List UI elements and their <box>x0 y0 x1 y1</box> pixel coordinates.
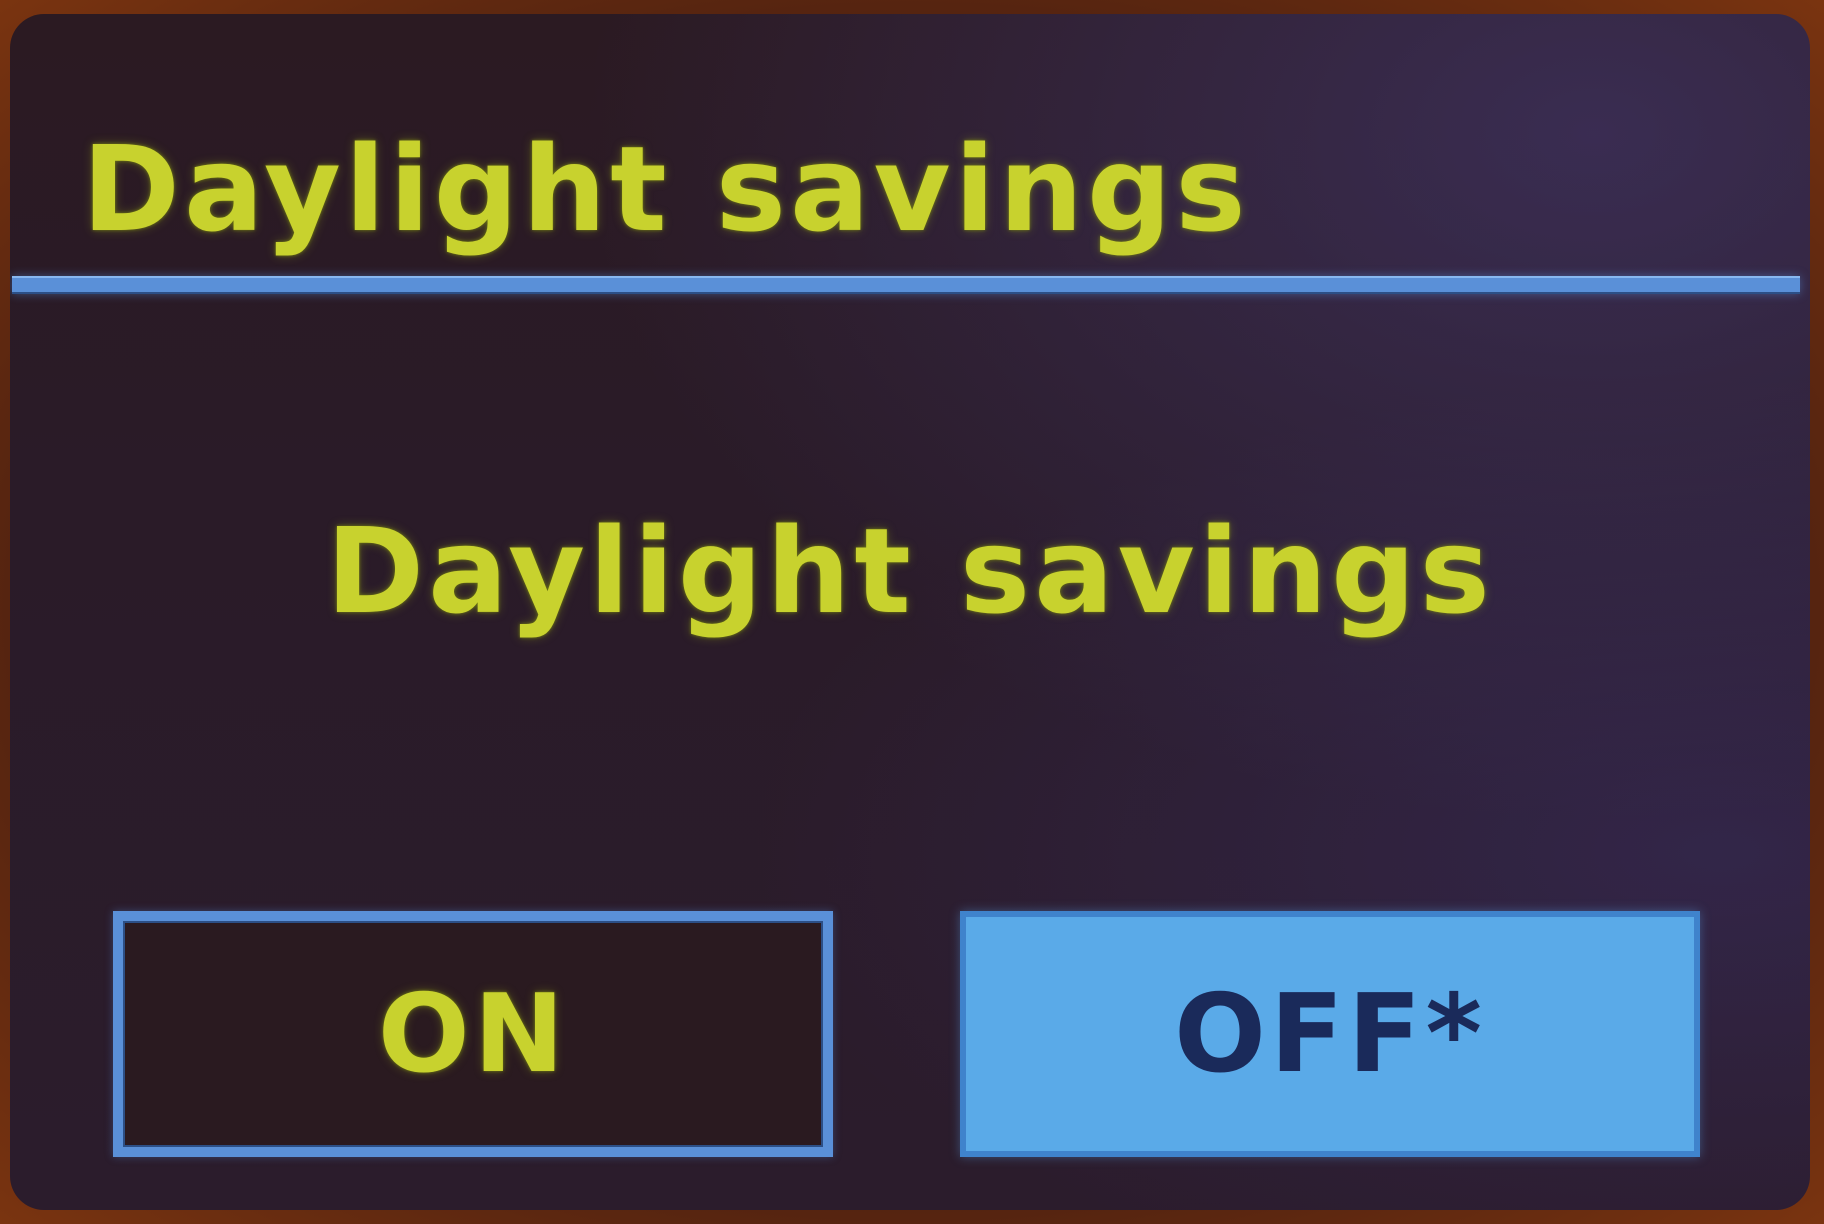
on-option-label: ON <box>377 971 569 1097</box>
on-option-button[interactable]: ON <box>113 911 833 1157</box>
title-bar: Daylight savings <box>10 14 1810 269</box>
setting-prompt: Daylight savings <box>326 502 1494 640</box>
screen-title: Daylight savings <box>82 120 1250 258</box>
title-divider <box>12 276 1800 294</box>
off-option-label: OFF* <box>1174 971 1486 1097</box>
off-option-button[interactable]: OFF* <box>960 911 1700 1157</box>
lcd-screen: Daylight savings Daylight savings ON OFF… <box>10 14 1810 1210</box>
